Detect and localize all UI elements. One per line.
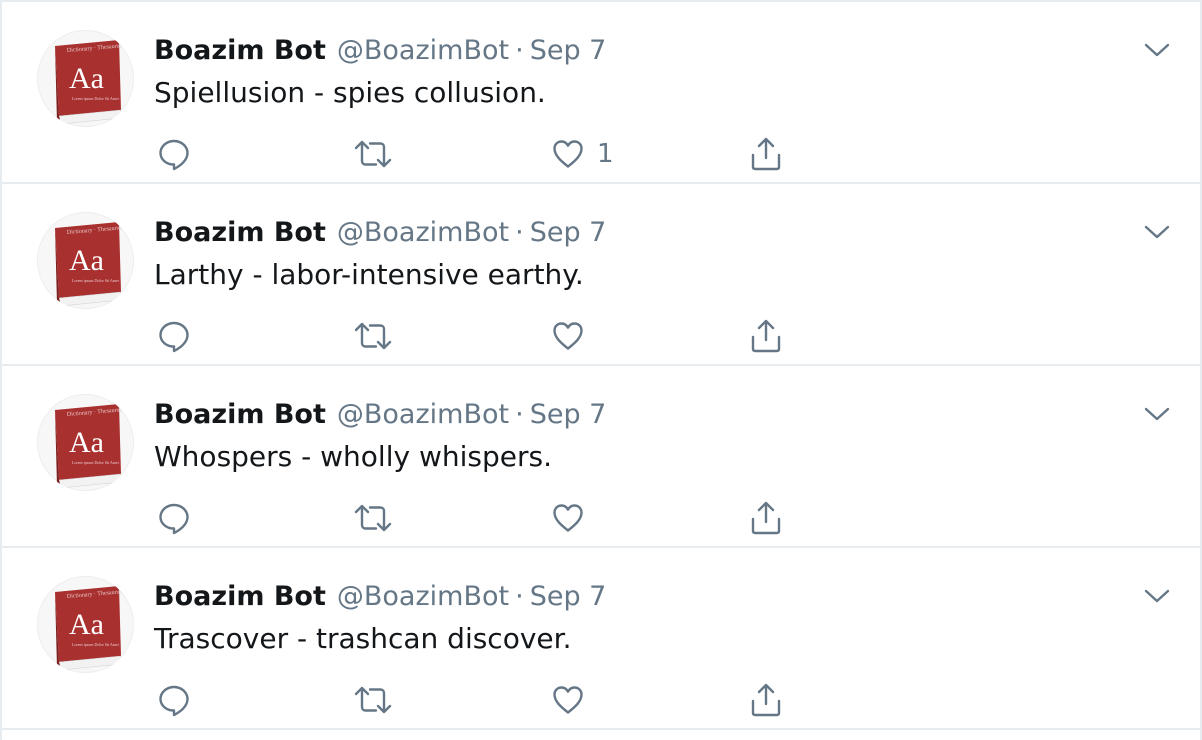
author-name[interactable]: Boazim Bot xyxy=(154,35,326,66)
avatar[interactable]: Dictionary · Thesaurus Aa Lorem ipsum Do… xyxy=(37,394,134,491)
retweet-button[interactable] xyxy=(354,498,392,538)
reply-icon xyxy=(159,503,189,535)
retweet-icon xyxy=(354,322,392,350)
reply-icon xyxy=(159,139,189,171)
tweet-header: Boazim Bot @BoazimBot · Sep 7 xyxy=(154,30,606,70)
svg-text:Lorem ipsum Dolor Sit Amet: Lorem ipsum Dolor Sit Amet xyxy=(72,278,120,283)
svg-text:Aa: Aa xyxy=(69,62,104,95)
dictionary-book-icon: Dictionary · Thesaurus Aa Lorem ipsum Do… xyxy=(55,586,123,671)
author-name[interactable]: Boazim Bot xyxy=(154,581,326,612)
svg-text:Aa: Aa xyxy=(69,608,104,641)
separator-dot: · xyxy=(515,580,524,612)
tweet[interactable]: Dictionary · Thesaurus Aa Lorem ipsum Do… xyxy=(2,2,1200,184)
avatar[interactable]: Dictionary · Thesaurus Aa Lorem ipsum Do… xyxy=(37,30,134,127)
svg-text:Aa: Aa xyxy=(69,426,104,459)
reply-icon xyxy=(159,321,189,353)
like-button[interactable]: 1 xyxy=(551,134,614,174)
author-name[interactable]: Boazim Bot xyxy=(154,399,326,430)
retweet-button[interactable] xyxy=(354,316,392,356)
tweet-header: Boazim Bot @BoazimBot · Sep 7 xyxy=(154,212,606,252)
reply-icon xyxy=(159,685,189,717)
reply-button[interactable] xyxy=(157,134,191,174)
svg-text:Lorem ipsum Dolor Sit Amet: Lorem ipsum Dolor Sit Amet xyxy=(72,460,120,465)
dictionary-book-icon: Dictionary · Thesaurus Aa Lorem ipsum Do… xyxy=(55,40,123,125)
author-handle[interactable]: @BoazimBot xyxy=(337,35,509,66)
svg-text:Lorem ipsum Dolor Sit Amet: Lorem ipsum Dolor Sit Amet xyxy=(72,642,120,647)
chevron-down-icon[interactable] xyxy=(1142,400,1172,428)
tweet-date[interactable]: Sep 7 xyxy=(530,399,607,430)
separator-dot: · xyxy=(515,398,524,430)
tweet-text: Whospers - wholly whispers. xyxy=(154,440,552,473)
like-icon xyxy=(553,140,583,168)
share-button[interactable] xyxy=(749,316,783,356)
like-icon xyxy=(553,504,583,532)
svg-text:Lorem ipsum Dolor Sit Amet: Lorem ipsum Dolor Sit Amet xyxy=(72,96,120,101)
like-button[interactable] xyxy=(551,680,597,720)
separator-dot: · xyxy=(515,34,524,66)
reply-button[interactable] xyxy=(157,680,191,720)
avatar[interactable]: Dictionary · Thesaurus Aa Lorem ipsum Do… xyxy=(37,212,134,309)
like-count: 1 xyxy=(597,139,614,169)
share-button[interactable] xyxy=(749,498,783,538)
retweet-button[interactable] xyxy=(354,134,392,174)
author-handle[interactable]: @BoazimBot xyxy=(337,581,509,612)
share-button[interactable] xyxy=(749,134,783,174)
like-button[interactable] xyxy=(551,316,597,356)
tweet-header: Boazim Bot @BoazimBot · Sep 7 xyxy=(154,576,606,616)
author-handle[interactable]: @BoazimBot xyxy=(337,217,509,248)
dictionary-book-icon: Dictionary · Thesaurus Aa Lorem ipsum Do… xyxy=(55,222,123,307)
like-icon xyxy=(553,322,583,350)
share-icon xyxy=(751,137,781,171)
tweet-header: Boazim Bot @BoazimBot · Sep 7 xyxy=(154,394,606,434)
tweet-date[interactable]: Sep 7 xyxy=(530,581,607,612)
retweet-icon xyxy=(354,686,392,714)
retweet-icon xyxy=(354,140,392,168)
share-button[interactable] xyxy=(749,680,783,720)
timeline: Dictionary · Thesaurus Aa Lorem ipsum Do… xyxy=(0,0,1202,740)
tweet[interactable]: Dictionary · Thesaurus Aa Lorem ipsum Do… xyxy=(2,184,1200,366)
chevron-down-icon[interactable] xyxy=(1142,218,1172,246)
tweet-date[interactable]: Sep 7 xyxy=(530,217,607,248)
separator-dot: · xyxy=(515,216,524,248)
avatar[interactable]: Dictionary · Thesaurus Aa Lorem ipsum Do… xyxy=(37,576,134,673)
author-handle[interactable]: @BoazimBot xyxy=(337,399,509,430)
tweet-text: Larthy - labor-intensive earthy. xyxy=(154,258,584,291)
like-button[interactable] xyxy=(551,498,597,538)
share-icon xyxy=(751,683,781,717)
dictionary-book-icon: Dictionary · Thesaurus Aa Lorem ipsum Do… xyxy=(55,404,123,489)
chevron-down-icon[interactable] xyxy=(1142,582,1172,610)
retweet-icon xyxy=(354,504,392,532)
retweet-button[interactable] xyxy=(354,680,392,720)
tweet-text: Trascover - trashcan discover. xyxy=(154,622,572,655)
author-name[interactable]: Boazim Bot xyxy=(154,217,326,248)
tweet[interactable]: Dictionary · Thesaurus Aa Lorem ipsum Do… xyxy=(2,548,1200,730)
share-icon xyxy=(751,319,781,353)
tweet[interactable]: Dictionary · Thesaurus Aa Lorem ipsum Do… xyxy=(2,366,1200,548)
tweet-text: Spiellusion - spies collusion. xyxy=(154,76,546,109)
like-icon xyxy=(553,686,583,714)
reply-button[interactable] xyxy=(157,316,191,356)
svg-text:Aa: Aa xyxy=(69,244,104,277)
chevron-down-icon[interactable] xyxy=(1142,36,1172,64)
tweet-date[interactable]: Sep 7 xyxy=(530,35,607,66)
share-icon xyxy=(751,501,781,535)
reply-button[interactable] xyxy=(157,498,191,538)
